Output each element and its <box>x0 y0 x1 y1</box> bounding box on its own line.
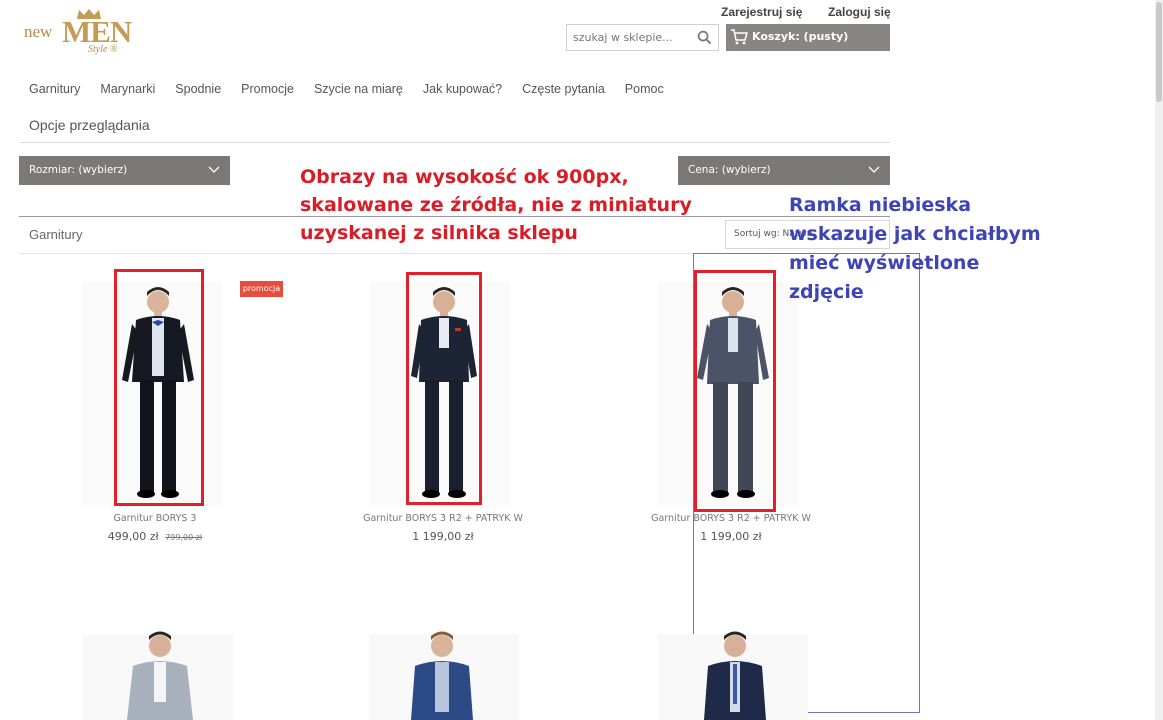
shop-logo[interactable]: new MEN Style ® <box>24 8 144 55</box>
cart-label: Koszyk: (pusty) <box>752 30 849 43</box>
chevron-down-icon <box>868 166 880 173</box>
nav-item-spodnie[interactable]: Spodnie <box>175 82 221 96</box>
nav-item-garnitury[interactable]: Garnitury <box>29 82 80 96</box>
person-thumb-icon <box>127 631 193 720</box>
size-filter-dropdown[interactable]: Rozmiar: (wybierz) <box>19 156 230 185</box>
product-name[interactable]: Garnitur BORYS 3 <box>10 513 300 524</box>
current-price: 1 199,00 zł <box>412 530 474 543</box>
red-highlight-frame <box>114 269 204 506</box>
blue-annotation-line: mieć wyświetlone <box>789 252 980 274</box>
red-annotation: Obrazy na wysokość ok 900px, skalowane z… <box>300 163 692 247</box>
nav-item-czeste-pytania[interactable]: Częste pytania <box>522 82 605 96</box>
nav-item-marynarki[interactable]: Marynarki <box>100 82 155 96</box>
chevron-down-icon <box>208 166 220 173</box>
search-input[interactable] <box>567 25 687 50</box>
product-price: 499,00 zł 799,00 zł <box>10 530 300 543</box>
blue-annotation: Ramka niebieska wskazuje jak chciałbym m… <box>789 191 1041 307</box>
red-annotation-line: uzyskanej z silnika sklepu <box>300 222 578 244</box>
blue-annotation-line: Ramka niebieska <box>789 194 972 216</box>
nav-item-promocje[interactable]: Promocje <box>241 82 294 96</box>
product-name[interactable]: Garnitur BORYS 3 R2 + PATRYK W <box>298 513 588 524</box>
blue-annotation-line: zdjęcie <box>789 281 864 303</box>
nav-item-jak-kupowac[interactable]: Jak kupować? <box>423 82 502 96</box>
logo-prefix: new <box>24 22 53 41</box>
search-icon[interactable] <box>697 30 712 45</box>
cart-icon <box>731 29 748 45</box>
main-nav: Garnitury Marynarki Spodnie Promocje Szy… <box>29 82 684 96</box>
price-filter-label: Cena: (wybierz) <box>688 164 771 176</box>
blue-annotation-line: wskazuje jak chciałbym <box>789 223 1041 245</box>
product-image[interactable] <box>658 628 808 720</box>
register-link[interactable]: Zarejestruj się <box>721 5 802 19</box>
promo-badge: promocja <box>240 281 283 297</box>
search-box <box>566 24 719 51</box>
nav-item-szycie[interactable]: Szycie na miarę <box>314 82 403 96</box>
scrollbar-thumb[interactable] <box>1156 2 1162 102</box>
divider <box>19 142 890 143</box>
browse-options-heading: Opcje przeglądania <box>29 117 150 133</box>
logo-suffix: Style ® <box>88 44 118 55</box>
nav-item-pomoc[interactable]: Pomoc <box>625 82 664 96</box>
price-filter-dropdown[interactable]: Cena: (wybierz) <box>678 156 890 185</box>
red-highlight-frame <box>406 272 482 505</box>
red-annotation-line: Obrazy na wysokość ok 900px, <box>300 166 629 188</box>
person-thumb-icon <box>704 631 766 720</box>
product-image[interactable] <box>83 628 233 720</box>
person-thumb-icon <box>411 631 473 720</box>
cart-button[interactable]: Koszyk: (pusty) <box>726 24 890 51</box>
category-title: Garnitury <box>29 227 83 242</box>
old-price: 799,00 zł <box>165 533 203 542</box>
product-price: 1 199,00 zł <box>298 530 588 543</box>
page-scrollbar[interactable] <box>1155 0 1163 720</box>
red-annotation-line: skalowane ze źródła, nie z miniatury <box>300 194 692 216</box>
current-price: 499,00 zł <box>107 530 159 543</box>
login-link[interactable]: Zaloguj się <box>828 5 891 19</box>
product-image[interactable] <box>369 628 519 720</box>
size-filter-label: Rozmiar: (wybierz) <box>29 164 128 176</box>
